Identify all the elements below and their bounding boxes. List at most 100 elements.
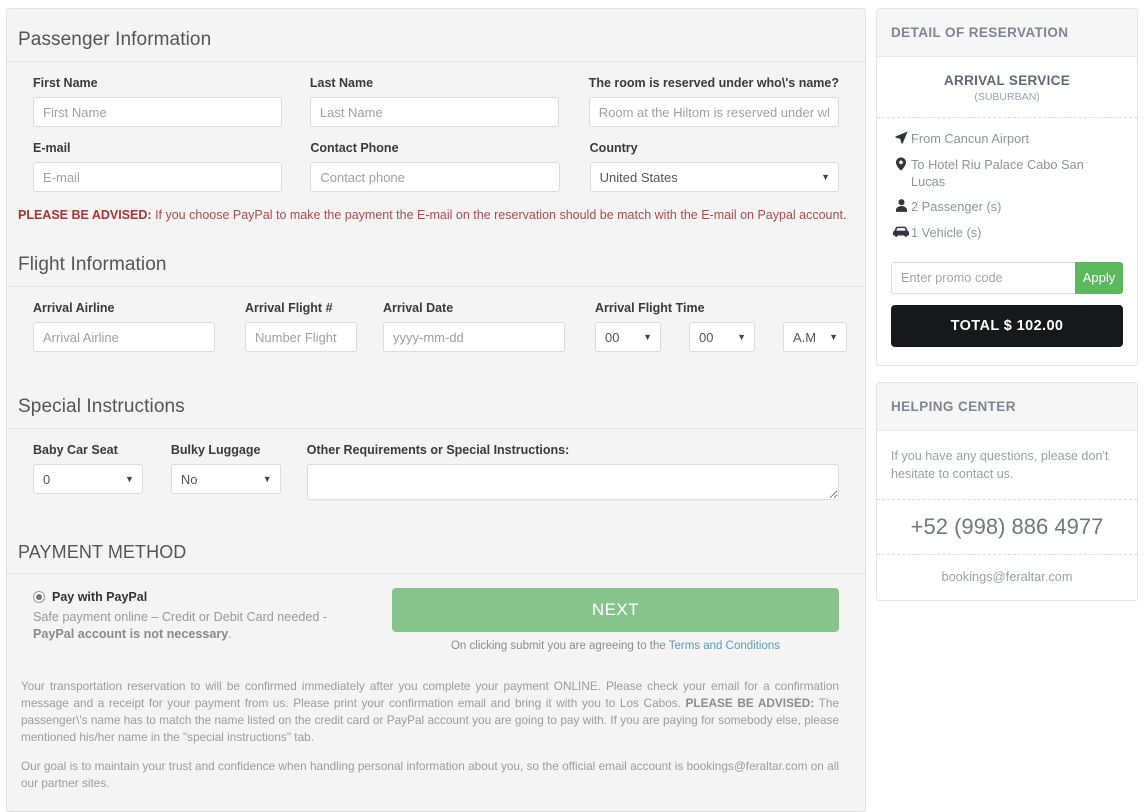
other-instructions-field: Other Requirements or Special Instructio…: [306, 443, 840, 500]
promo-code-group: Apply: [877, 256, 1137, 294]
apply-promo-button[interactable]: Apply: [1075, 261, 1123, 294]
total-button[interactable]: TOTAL $ 102.00: [891, 304, 1123, 347]
promo-code-input[interactable]: [891, 261, 1075, 294]
footnote-paragraph-2: Our goal is to maintain your trust and c…: [21, 759, 839, 791]
paypal-note-plain: Safe payment online – Credit or Debit Ca…: [33, 610, 328, 624]
room-name-label: The room is reserved under who\'s name?: [588, 76, 839, 90]
baby-car-seat-field: Baby Car Seat 0 ▼: [33, 443, 143, 500]
meridiem-select-wrap: A.M ▼: [783, 322, 847, 352]
payment-options: Pay with PayPal Safe payment online – Cr…: [33, 588, 362, 643]
helping-center-email[interactable]: bookings@feraltar.com: [877, 555, 1137, 600]
room-name-field: The room is reserved under who\'s name?: [588, 76, 839, 127]
trip-destination-text: To Hotel Riu Palace Cabo San Lucas: [911, 157, 1084, 190]
arrival-airline-input[interactable]: [33, 322, 215, 352]
baby-car-seat-label: Baby Car Seat: [33, 443, 118, 457]
car-icon: [891, 224, 911, 243]
arrival-flight-number-label: Arrival Flight #: [245, 301, 333, 315]
baby-car-seat-select-wrap: 0 ▼: [33, 464, 143, 494]
first-name-label: First Name: [33, 76, 98, 90]
advice-bold: PLEASE BE ADVISED:: [18, 208, 152, 222]
reservation-detail-card: DETAIL OF RESERVATION ARRIVAL SERVICE (S…: [876, 8, 1138, 366]
arrival-airline-label: Arrival Airline: [33, 301, 115, 315]
footnote: Your transportation reservation to will …: [7, 652, 865, 793]
service-name: ARRIVAL SERVICE: [943, 73, 1071, 88]
first-name-input[interactable]: [33, 97, 282, 127]
map-marker-icon: [891, 156, 911, 176]
hour-select[interactable]: 00: [595, 322, 661, 352]
reservation-form-panel: Passenger Information First Name Last Na…: [6, 8, 866, 812]
country-select[interactable]: United States: [589, 162, 839, 192]
helping-center-text: If you have any questions, please don't …: [877, 431, 1137, 501]
footnote-p1-bold: PLEASE BE ADVISED:: [685, 696, 815, 711]
service-summary: ARRIVAL SERVICE (SUBURBAN): [877, 57, 1137, 118]
payment-body: Pay with PayPal Safe payment online – Cr…: [7, 574, 865, 652]
helping-center-card: HELPING CENTER If you have any questions…: [876, 381, 1138, 602]
minute-select[interactable]: 00: [689, 322, 755, 352]
special-fields: Baby Car Seat 0 ▼ Bulky Luggage No ▼ Oth…: [7, 429, 865, 512]
trip-passengers-row: 2 Passenger (s): [891, 198, 1123, 217]
passenger-section-title: Passenger Information: [7, 9, 865, 62]
bulky-luggage-field: Bulky Luggage No ▼: [170, 443, 281, 500]
last-name-label: Last Name: [309, 76, 374, 90]
trip-vehicles-row: 1 Vehicle (s): [891, 224, 1123, 243]
phone-input[interactable]: [310, 162, 560, 192]
arrival-time-field: Arrival Flight Time 00 ▼ 00 ▼ A.M ▼: [595, 301, 847, 352]
helping-center-phone[interactable]: +52 (998) 886 4977: [877, 500, 1137, 556]
paypal-advice: PLEASE BE ADVISED: If you choose PayPal …: [7, 194, 865, 224]
trip-vehicles-text: 1 Vehicle (s): [911, 224, 982, 240]
paypal-option-label: Pay with PayPal: [52, 590, 148, 604]
minute-select-wrap: 00 ▼: [689, 322, 755, 352]
bulky-luggage-label: Bulky Luggage: [170, 443, 261, 457]
arrival-airline-field: Arrival Airline: [33, 301, 215, 352]
arrival-date-field: Arrival Date: [383, 301, 565, 352]
footnote-paragraph-1: Your transportation reservation to will …: [21, 678, 839, 746]
next-button[interactable]: NEXT: [391, 588, 839, 632]
trip-origin-text: From Cancun Airport: [911, 131, 1030, 146]
paypal-option[interactable]: Pay with PayPal: [33, 590, 362, 604]
terms-and-conditions-link[interactable]: Terms and Conditions: [669, 640, 780, 652]
email-input[interactable]: [33, 162, 283, 192]
trip-destination-row: To Hotel Riu Palace Cabo San Lucas: [891, 156, 1123, 191]
terms-prefix: On clicking submit you are agreeing to t…: [450, 640, 669, 652]
sidebar: DETAIL OF RESERVATION ARRIVAL SERVICE (S…: [876, 8, 1138, 617]
paypal-note-bold: PayPal account is not necessary: [33, 627, 229, 641]
arrival-flight-number-input[interactable]: [245, 322, 357, 352]
last-name-field: Last Name: [309, 76, 559, 127]
submit-area: NEXT On clicking submit you are agreeing…: [391, 588, 839, 652]
country-label: Country: [589, 141, 638, 155]
arrival-time-selects: 00 ▼ 00 ▼ A.M ▼: [595, 322, 847, 352]
advice-text: If you choose PayPal to make the payment…: [151, 208, 847, 222]
person-icon: [891, 198, 911, 217]
reservation-detail-head: DETAIL OF RESERVATION: [877, 9, 1137, 57]
email-field: E-mail: [33, 141, 283, 192]
special-section-title: Special Instructions: [7, 376, 865, 429]
flight-section-title: Flight Information: [7, 234, 865, 287]
paypal-radio[interactable]: [33, 591, 45, 603]
bulky-luggage-select[interactable]: No: [170, 464, 281, 494]
helping-center-head: HELPING CENTER: [877, 382, 1137, 431]
checkout-page: Passenger Information First Name Last Na…: [0, 0, 1143, 812]
flight-fields: Arrival Airline Arrival Flight # Arrival…: [7, 287, 865, 366]
other-instructions-textarea[interactable]: [306, 464, 840, 500]
arrival-flight-number-field: Arrival Flight #: [245, 301, 357, 352]
service-vehicle-type: (SUBURBAN): [974, 91, 1040, 103]
terms-notice: On clicking submit you are agreeing to t…: [392, 640, 839, 652]
location-arrow-icon: [891, 130, 911, 149]
trip-origin-row: From Cancun Airport: [891, 130, 1123, 149]
email-label: E-mail: [33, 141, 71, 155]
meridiem-select[interactable]: A.M: [783, 322, 847, 352]
country-select-wrap: United States ▼: [589, 162, 839, 192]
other-instructions-label: Other Requirements or Special Instructio…: [306, 443, 570, 457]
phone-label: Contact Phone: [310, 141, 399, 155]
payment-section-title: PAYMENT METHOD: [7, 520, 865, 574]
trip-details: From Cancun Airport To Hotel Riu Palace …: [877, 118, 1137, 256]
paypal-note: Safe payment online – Credit or Debit Ca…: [33, 609, 362, 643]
room-name-input[interactable]: [588, 97, 839, 127]
bulky-luggage-select-wrap: No ▼: [170, 464, 281, 494]
last-name-input[interactable]: [309, 97, 559, 127]
baby-car-seat-select[interactable]: 0: [33, 464, 143, 494]
arrival-date-input[interactable]: [383, 322, 565, 352]
arrival-date-label: Arrival Date: [383, 301, 454, 315]
country-field: Country United States ▼: [589, 141, 839, 192]
arrival-time-label: Arrival Flight Time: [595, 301, 705, 315]
